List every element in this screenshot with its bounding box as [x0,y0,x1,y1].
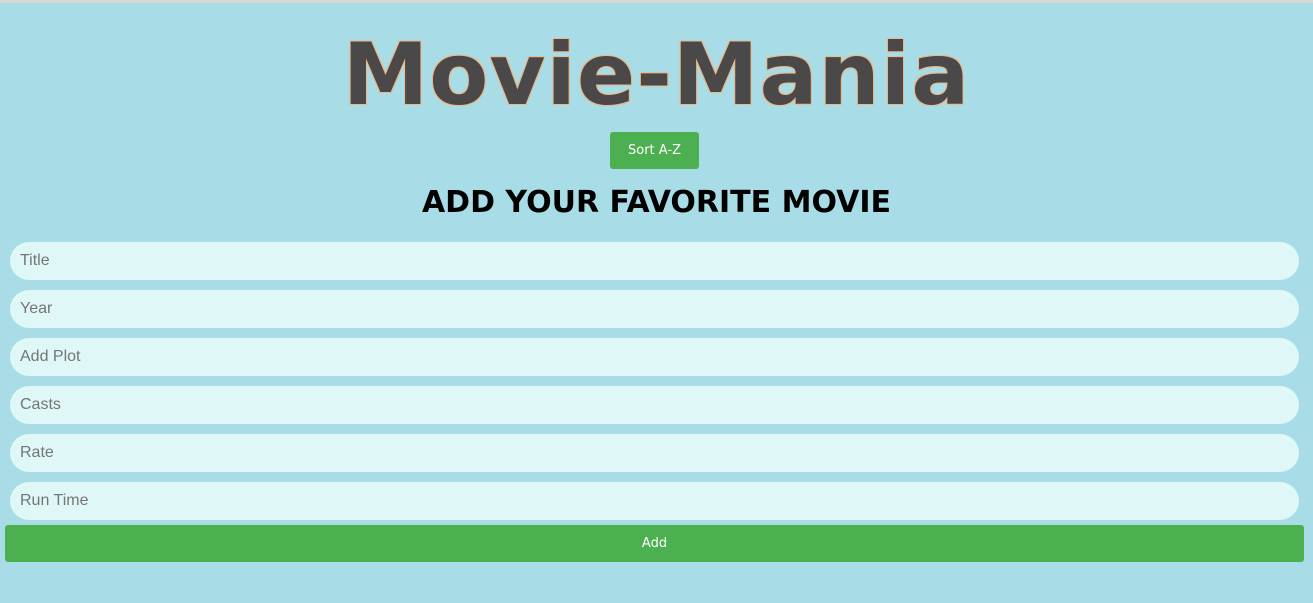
casts-input[interactable] [10,386,1299,424]
year-input[interactable] [10,290,1299,328]
rate-input[interactable] [10,434,1299,472]
plot-input[interactable] [10,338,1299,376]
sort-a-z-button[interactable]: Sort A-Z [610,132,699,169]
page: Movie-Mania Sort A-Z ADD YOUR FAVORITE M… [0,3,1313,603]
run-time-input[interactable] [10,482,1299,520]
app-title: Movie-Mania [342,25,971,125]
title-input[interactable] [10,242,1299,280]
form-heading: ADD YOUR FAVORITE MOVIE [421,185,892,220]
add-button[interactable]: Add [5,525,1304,562]
